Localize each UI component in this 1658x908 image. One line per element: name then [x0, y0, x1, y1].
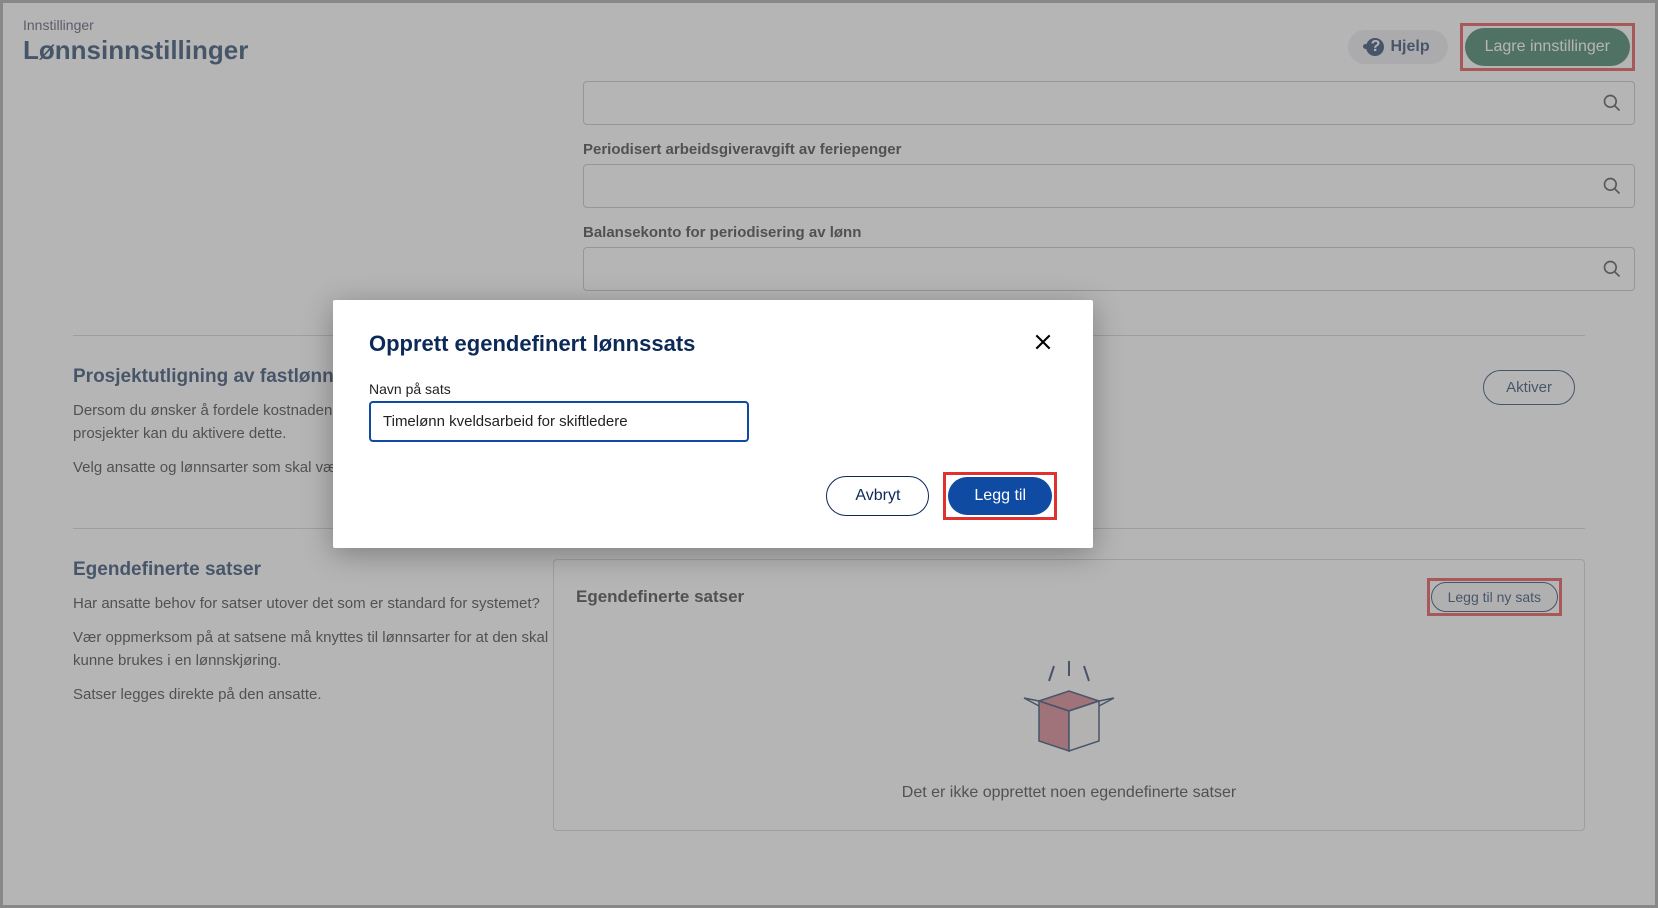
close-icon: [1033, 332, 1053, 352]
add-button-highlight: Legg til: [943, 472, 1057, 520]
modal-title: Opprett egendefinert lønnssats: [369, 331, 695, 357]
rate-name-input[interactable]: [369, 401, 749, 442]
close-modal-button[interactable]: [1029, 328, 1057, 359]
add-button[interactable]: Legg til: [948, 477, 1052, 515]
cancel-button[interactable]: Avbryt: [826, 476, 929, 516]
create-rate-modal: Opprett egendefinert lønnssats Navn på s…: [333, 300, 1093, 548]
modal-input-label: Navn på sats: [369, 381, 1057, 397]
